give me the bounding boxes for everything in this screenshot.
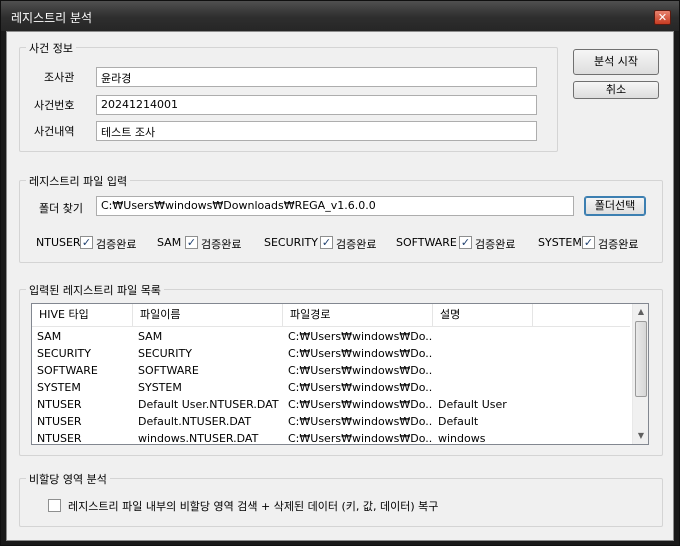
column-file-path[interactable]: 파일경로 xyxy=(283,304,433,327)
cell-file-path: C:₩Users₩windows₩Do... xyxy=(288,398,433,411)
cell-file-name: SECURITY xyxy=(138,347,192,360)
start-analysis-button[interactable]: 분석 시작 xyxy=(573,49,659,75)
dialog-body: 사건 정보 조사관 윤라경 사건번호 20241214001 사건내역 테스트 … xyxy=(6,31,674,541)
cell-hive-type: NTUSER xyxy=(37,398,82,411)
table-row[interactable]: SECURITY SECURITY C:₩Users₩windows₩Do... xyxy=(32,345,630,362)
hive-sam-checkbox[interactable]: ✓ xyxy=(185,236,198,249)
cell-description: Default xyxy=(438,415,479,428)
registry-analysis-window: 레지스트리 분석 ✕ 사건 정보 조사관 윤라경 사건번호 2024121400… xyxy=(0,0,680,546)
cell-description: windows xyxy=(438,432,486,445)
list-header: HIVE 타입 파일이름 파일경로 설명 xyxy=(32,304,630,327)
column-file-name[interactable]: 파일이름 xyxy=(133,304,283,327)
registry-input-legend: 레지스트리 파일 입력 xyxy=(26,173,131,189)
cell-hive-type: SECURITY xyxy=(37,347,91,360)
title-bar[interactable]: 레지스트리 분석 ✕ xyxy=(1,1,679,31)
cell-file-name: SAM xyxy=(138,330,163,343)
hive-software-checkbox[interactable]: ✓ xyxy=(459,236,472,249)
table-row[interactable]: SAM SAM C:₩Users₩windows₩Do... xyxy=(32,328,630,345)
case-number-field[interactable]: 20241214001 xyxy=(96,95,537,115)
case-desc-field[interactable]: 테스트 조사 xyxy=(96,121,537,141)
hive-security-checkbox[interactable]: ✓ xyxy=(320,236,333,249)
unallocated-recovery-label[interactable]: 레지스트리 파일 내부의 비할당 영역 검색 + 삭제된 데이터 (키, 값, … xyxy=(68,498,438,514)
cell-description: Default User xyxy=(438,398,507,411)
table-row[interactable]: NTUSER Default User.NTUSER.DAT C:₩Users₩wi… xyxy=(32,396,630,413)
list-vertical-scrollbar[interactable]: ▲ ▼ xyxy=(632,304,648,444)
close-icon: ✕ xyxy=(657,11,668,24)
table-row[interactable]: NTUSER windows.NTUSER.DAT C:₩Users₩windows… xyxy=(32,430,630,445)
column-hive-type[interactable]: HIVE 타입 xyxy=(32,304,133,327)
window-title: 레지스트리 분석 xyxy=(11,11,93,25)
folder-label: 폴더 찾기 xyxy=(39,202,83,215)
hive-sam-status: 검증완료 xyxy=(201,238,242,251)
cell-file-path: C:₩Users₩windows₩Do... xyxy=(288,381,433,394)
cell-hive-type: NTUSER xyxy=(37,432,82,445)
cancel-button[interactable]: 취소 xyxy=(573,81,659,99)
hive-software-label: SOFTWARE xyxy=(396,236,457,249)
folder-path-field[interactable]: C:₩Users₩windows₩Downloads₩REGA_v1.6.0.0 xyxy=(96,196,574,216)
investigator-label: 조사관 xyxy=(44,71,75,84)
hive-ntuser-checkbox[interactable]: ✓ xyxy=(80,236,93,249)
cell-file-name: windows.NTUSER.DAT xyxy=(138,432,259,445)
cell-file-path: C:₩Users₩windows₩Do... xyxy=(288,364,433,377)
case-desc-label: 사건내역 xyxy=(34,125,75,138)
cell-hive-type: SYSTEM xyxy=(37,381,81,394)
cell-file-name: Default User.NTUSER.DAT xyxy=(138,398,279,411)
hive-system-checkbox[interactable]: ✓ xyxy=(582,236,595,249)
hive-security-label: SECURITY xyxy=(264,236,318,249)
registry-file-list[interactable]: HIVE 타입 파일이름 파일경로 설명 SAM SAM C:₩Users₩wind… xyxy=(31,303,649,445)
cell-hive-type: NTUSER xyxy=(37,415,82,428)
cell-file-name: SOFTWARE xyxy=(138,364,199,377)
case-number-label: 사건번호 xyxy=(34,99,75,112)
unallocated-legend: 비할당 영역 분석 xyxy=(26,471,110,487)
unallocated-recovery-checkbox[interactable] xyxy=(48,499,61,512)
hive-sam-label: SAM xyxy=(157,236,182,249)
scroll-down-icon[interactable]: ▼ xyxy=(633,428,648,444)
cell-hive-type: SAM xyxy=(37,330,62,343)
hive-system-label: SYSTEM xyxy=(538,236,582,249)
cell-file-name: Default.NTUSER.DAT xyxy=(138,415,252,428)
hive-ntuser-label: NTUSER xyxy=(36,236,81,249)
hive-software-status: 검증완료 xyxy=(475,238,516,251)
investigator-field[interactable]: 윤라경 xyxy=(96,67,537,87)
cell-file-path: C:₩Users₩windows₩Do... xyxy=(288,330,433,343)
file-list-legend: 입력된 레지스트리 파일 목록 xyxy=(26,282,164,298)
case-info-legend: 사건 정보 xyxy=(26,40,76,56)
table-row[interactable]: SOFTWARE SOFTWARE C:₩Users₩windows₩Do... xyxy=(32,362,630,379)
cell-file-path: C:₩Users₩windows₩Do... xyxy=(288,347,433,360)
cell-file-path: C:₩Users₩windows₩Do... xyxy=(288,432,433,445)
column-description[interactable]: 설명 xyxy=(433,304,533,327)
cell-file-path: C:₩Users₩windows₩Do... xyxy=(288,415,433,428)
browse-folder-button[interactable]: 폴더선택 xyxy=(584,196,646,216)
table-row[interactable]: NTUSER Default.NTUSER.DAT C:₩Users₩windows… xyxy=(32,413,630,430)
hive-system-status: 검증완료 xyxy=(598,238,639,251)
cell-file-name: SYSTEM xyxy=(138,381,182,394)
close-button[interactable]: ✕ xyxy=(654,10,671,25)
hive-security-status: 검증완료 xyxy=(336,238,377,251)
scroll-up-icon[interactable]: ▲ xyxy=(633,304,648,320)
table-row[interactable]: SYSTEM SYSTEM C:₩Users₩windows₩Do... xyxy=(32,379,630,396)
hive-ntuser-status: 검증완료 xyxy=(96,238,137,251)
cell-hive-type: SOFTWARE xyxy=(37,364,98,377)
scroll-thumb[interactable] xyxy=(635,321,647,397)
